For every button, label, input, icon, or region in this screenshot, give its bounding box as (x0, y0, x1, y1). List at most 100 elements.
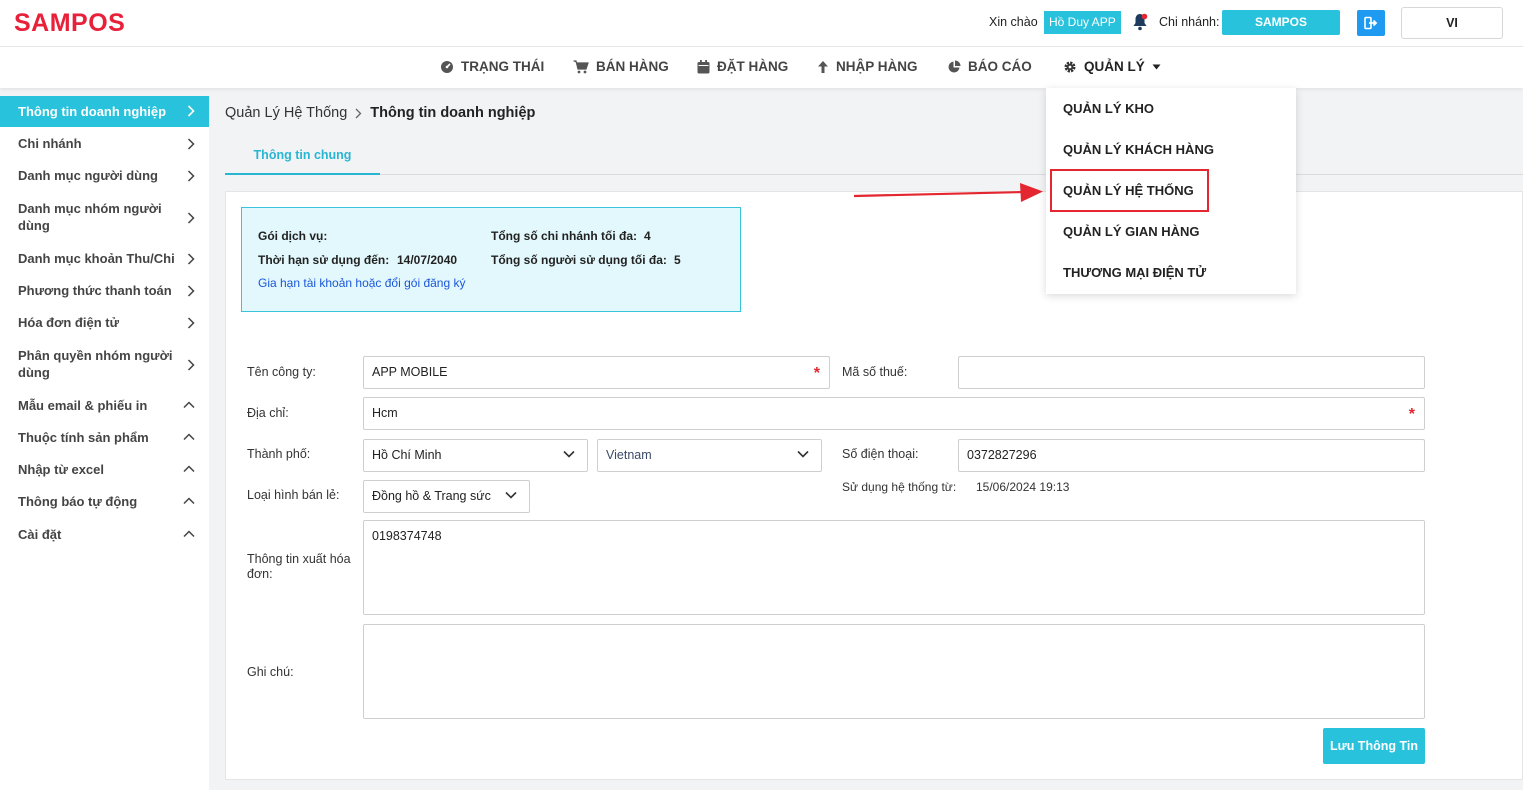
max-users-value: 5 (674, 253, 681, 267)
nav-item-import[interactable]: NHẬP HÀNG (817, 59, 918, 74)
dropdown-item-system[interactable]: QUẢN LÝ HỆ THỐNG (1063, 183, 1194, 198)
chevron-right-icon (187, 285, 195, 297)
nav-item-label: ĐẶT HÀNG (717, 59, 789, 74)
chevron-up-icon (183, 465, 195, 473)
main-nav: TRẠNG THÁI BÁN HÀNG ĐẶT HÀNG NHẬP HÀNG B… (0, 47, 1523, 88)
branch-selector-button[interactable]: SAMPOS (1222, 10, 1340, 35)
company-name-input[interactable]: APP MOBILE * (363, 356, 830, 389)
chevron-right-icon (355, 108, 362, 118)
sidebar-item-branches[interactable]: Chi nhánh (0, 135, 209, 154)
chevron-right-icon (187, 317, 195, 329)
service-info-box: Gói dịch vụ: Thời hạn sử dụng đến: 14/07… (241, 207, 741, 312)
sidebar-item-label: Chi nhánh (18, 136, 82, 151)
nav-item-label: NHẬP HÀNG (836, 59, 918, 74)
chevron-right-icon (187, 105, 195, 117)
greeting-text: Xin chào (989, 15, 1038, 29)
retail-type-select[interactable]: Đồng hồ & Trang sức (363, 480, 530, 513)
bell-icon[interactable] (1132, 13, 1148, 31)
nav-item-status[interactable]: TRẠNG THÁI (440, 59, 544, 74)
breadcrumb-parent[interactable]: Quản Lý Hệ Thống (225, 105, 347, 121)
retail-type-label: Loại hình bán lẻ: (247, 488, 340, 502)
language-selector[interactable]: VI (1401, 7, 1503, 39)
user-name-badge[interactable]: Hồ Duy APP (1044, 11, 1121, 34)
nav-item-management[interactable]: QUẢN LÝ (1063, 59, 1161, 74)
chevron-up-icon (183, 497, 195, 505)
retail-type-value: Đồng hồ & Trang sức (372, 489, 491, 503)
tab-general-info[interactable]: Thông tin chung (225, 140, 380, 175)
arrow-up-icon (818, 60, 828, 73)
renew-link[interactable]: Gia hạn tài khoản hoặc đổi gói đăng ký (258, 276, 465, 290)
sidebar-item-product-attributes[interactable]: Thuộc tính sản phẩm (0, 429, 209, 448)
sidebar-item-user-groups[interactable]: Danh mục nhóm người dùng (0, 200, 209, 236)
logout-icon (1364, 16, 1378, 30)
dropdown-item-customers[interactable]: QUẢN LÝ KHÁCH HÀNG (1063, 142, 1214, 157)
sidebar-item-settings[interactable]: Cài đặt (0, 526, 209, 545)
pie-chart-icon (948, 60, 961, 72)
nav-item-label: BÁN HÀNG (596, 59, 669, 74)
dashboard-icon (441, 60, 453, 73)
expiry-value: 14/07/2040 (397, 253, 458, 267)
sidebar-item-company-info[interactable]: Thông tin doanh nghiệp (0, 96, 209, 127)
sidebar-item-label: Thông tin doanh nghiệp (18, 104, 167, 119)
phone-value: 0372827296 (967, 448, 1037, 462)
management-dropdown: QUẢN LÝ KHO QUẢN LÝ KHÁCH HÀNG QUẢN LÝ H… (1046, 88, 1296, 294)
chevron-right-icon (187, 253, 195, 265)
breadcrumb-current: Thông tin doanh nghiệp (370, 105, 536, 121)
sidebar-item-income-expense[interactable]: Danh mục khoản Thu/Chi (0, 250, 209, 269)
sidebar-item-label: Thuộc tính sản phẩm (18, 430, 149, 445)
logout-button[interactable] (1357, 10, 1385, 36)
sidebar-item-label: Nhập từ excel (18, 462, 104, 477)
system-since-label: Sử dụng hệ thống từ: (842, 480, 957, 494)
sidebar-item-label: Danh mục khoản Thu/Chi (18, 251, 175, 266)
sidebar-item-label: Mẫu email & phiếu in (18, 398, 148, 413)
note-label: Ghi chú: (247, 665, 294, 679)
app-logo[interactable]: SAMPOS (14, 9, 125, 38)
invoice-info-textarea[interactable]: 0198374748 (363, 520, 1425, 615)
sidebar-item-e-invoice[interactable]: Hóa đơn điện tử (0, 314, 209, 333)
country-select[interactable]: Vietnam (597, 439, 822, 472)
chevron-right-icon (187, 170, 195, 182)
cart-icon (573, 59, 589, 73)
package-label: Gói dịch vụ: (258, 229, 328, 243)
address-label: Địa chỉ: (247, 406, 289, 420)
tab-bar: Thông tin chung (225, 140, 1523, 175)
nav-item-reports[interactable]: BÁO CÁO (947, 59, 1032, 74)
city-label: Thành phố: (247, 447, 311, 461)
company-name-label: Tên công ty: (247, 365, 316, 379)
invoice-info-value: 0198374748 (372, 529, 442, 543)
phone-label: Số điện thoại: (842, 447, 919, 461)
chevron-up-icon (183, 401, 195, 409)
max-branches-label: Tổng số chi nhánh tối đa: (491, 229, 637, 243)
note-textarea[interactable] (363, 624, 1425, 719)
sidebar-item-label: Danh mục nhóm người dùng (18, 201, 162, 233)
chevron-right-icon (187, 212, 195, 224)
max-branches-value: 4 (644, 229, 651, 243)
sidebar-item-excel-import[interactable]: Nhập từ excel (0, 461, 209, 480)
save-button[interactable]: Lưu Thông Tin (1323, 728, 1425, 764)
nav-item-label: BÁO CÁO (968, 59, 1032, 74)
country-value: Vietnam (606, 448, 652, 462)
breadcrumb: Quản Lý Hệ Thống Thông tin doanh nghiệp (225, 105, 535, 121)
tax-code-input[interactable] (958, 356, 1425, 389)
sidebar-item-group-permissions[interactable]: Phân quyền nhóm người dùng (0, 347, 209, 383)
sidebar-item-label: Danh mục người dùng (18, 168, 158, 183)
chevron-down-icon (563, 450, 575, 458)
dropdown-item-stores[interactable]: QUẢN LÝ GIAN HÀNG (1063, 224, 1200, 239)
chevron-down-icon (797, 450, 809, 458)
invoice-info-label: Thông tin xuất hóa đơn: (247, 552, 351, 581)
address-value: Hcm (372, 406, 398, 420)
sidebar-item-payment-methods[interactable]: Phương thức thanh toán (0, 282, 209, 301)
nav-item-sales[interactable]: BÁN HÀNG (573, 59, 669, 74)
sidebar-item-auto-notifications[interactable]: Thông báo tự động (0, 493, 209, 512)
sidebar-item-email-templates[interactable]: Mẫu email & phiếu in (0, 397, 209, 416)
max-users-label: Tổng số người sử dụng tối đa: (491, 253, 667, 267)
sidebar-item-users[interactable]: Danh mục người dùng (0, 167, 209, 186)
city-select[interactable]: Hồ Chí Minh (363, 439, 588, 472)
nav-item-orders[interactable]: ĐẶT HÀNG (697, 59, 788, 74)
dropdown-item-warehouse[interactable]: QUẢN LÝ KHO (1063, 101, 1154, 116)
address-input[interactable]: Hcm * (363, 397, 1425, 430)
dropdown-item-ecommerce[interactable]: THƯƠNG MẠI ĐIỆN TỬ (1063, 265, 1206, 280)
chevron-up-icon (183, 433, 195, 441)
expiry-label: Thời hạn sử dụng đến: (258, 253, 390, 267)
phone-input[interactable]: 0372827296 (958, 439, 1425, 472)
